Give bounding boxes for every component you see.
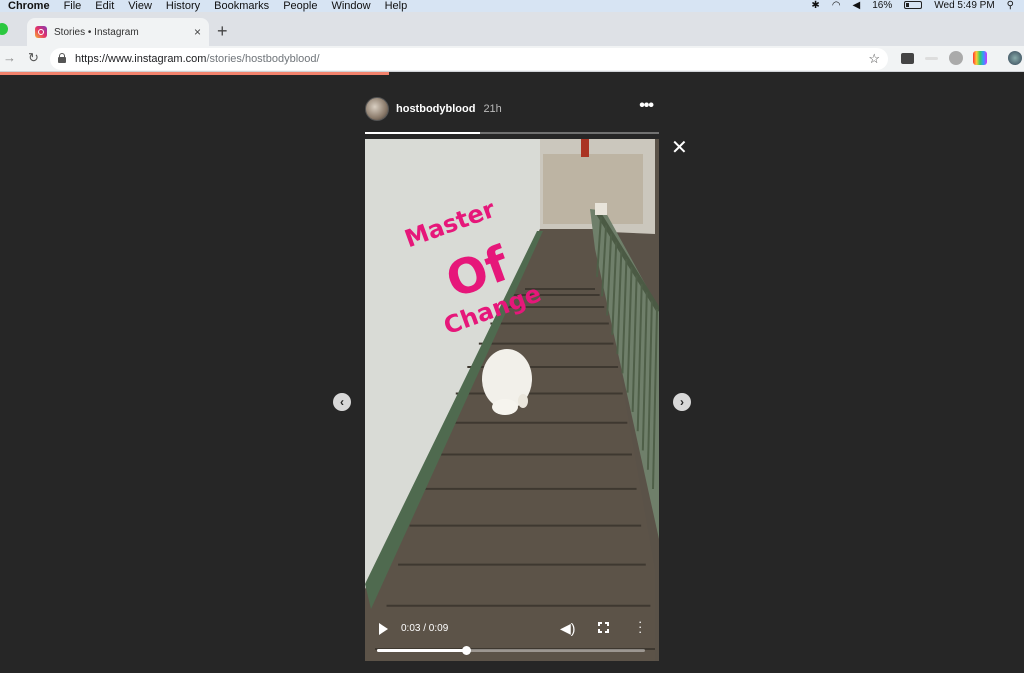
- address-bar[interactable]: https://www.instagram.com/stories/hostbo…: [50, 48, 888, 70]
- video-timecode: 0:03 / 0:09: [401, 623, 449, 634]
- url-host: https://www.instagram.com: [75, 53, 207, 65]
- user-avatar[interactable]: [365, 97, 389, 121]
- story-username[interactable]: hostbodyblood: [396, 103, 475, 115]
- menu-view[interactable]: View: [128, 0, 152, 12]
- video-scrubber-fill: [377, 649, 467, 652]
- clock[interactable]: Wed 5:49 PM: [934, 0, 994, 12]
- menu-history[interactable]: History: [166, 0, 200, 12]
- tab-close-icon[interactable]: ×: [194, 25, 201, 39]
- story-header: hostbodyblood 21h •••: [365, 95, 659, 123]
- menu-bookmarks[interactable]: Bookmarks: [214, 0, 269, 12]
- profile-avatar-icon[interactable]: [1008, 51, 1022, 65]
- app-menus: Chrome File Edit View History Bookmarks …: [0, 0, 421, 12]
- puzzle-extension-icon[interactable]: [949, 51, 963, 65]
- cast-extension-icon[interactable]: [901, 53, 914, 64]
- spotlight-icon[interactable]: ⚲: [1007, 0, 1014, 12]
- bookmark-star-icon[interactable]: ☆: [868, 51, 880, 67]
- url-path: /stories/hostbodyblood/: [206, 53, 320, 65]
- menu-bar: Chrome File Edit View History Bookmarks …: [0, 0, 1024, 12]
- previous-story-button[interactable]: ‹: [333, 393, 351, 411]
- story-progress-track: [365, 132, 659, 134]
- video-scrubber-thumb[interactable]: [462, 646, 472, 655]
- tab-strip: Stories • Instagram × +: [0, 12, 1024, 46]
- video-more-icon[interactable]: · · ·: [638, 615, 642, 638]
- instagram-favicon-icon: [35, 26, 47, 38]
- menu-help[interactable]: Help: [385, 0, 408, 12]
- story-viewer: hostbodyblood 21h ••• ✕ Master Of Change…: [0, 75, 1024, 673]
- fullscreen-icon[interactable]: [598, 622, 609, 633]
- menu-window[interactable]: Window: [331, 0, 370, 12]
- status-area: ✱ ◠ ◀ 16% Wed 5:49 PM ⚲: [799, 0, 1014, 12]
- staircase-scene: [365, 139, 659, 661]
- reload-icon[interactable]: ↻: [28, 50, 39, 66]
- window-zoom-button[interactable]: [0, 23, 8, 35]
- bluetooth-icon[interactable]: ✱: [811, 0, 819, 12]
- forward-icon[interactable]: →: [3, 50, 16, 65]
- battery-percent: 16%: [872, 0, 893, 11]
- volume-button[interactable]: ◀): [560, 620, 575, 637]
- tab-stories-instagram[interactable]: Stories • Instagram ×: [27, 18, 209, 46]
- browser-toolbar: → ↻ https://www.instagram.com/stories/ho…: [0, 46, 1024, 72]
- menu-file[interactable]: File: [64, 0, 82, 12]
- story-progress-fill: [365, 132, 480, 134]
- wifi-icon[interactable]: ◠: [832, 0, 841, 12]
- close-story-icon[interactable]: ✕: [671, 138, 688, 158]
- next-story-button[interactable]: ›: [673, 393, 691, 411]
- play-icon[interactable]: [379, 623, 388, 635]
- menu-edit[interactable]: Edit: [95, 0, 114, 12]
- color-extension-icon[interactable]: [973, 51, 987, 65]
- more-options-icon[interactable]: •••: [639, 97, 654, 115]
- new-tab-button[interactable]: +: [217, 21, 228, 41]
- story-video[interactable]: Master Of Change 0:03 / 0:09 ◀) · · ·: [365, 139, 659, 661]
- video-controls: 0:03 / 0:09 ◀) · · ·: [365, 609, 659, 661]
- story-posted-time: 21h: [483, 103, 502, 115]
- tab-title: Stories • Instagram: [54, 26, 139, 38]
- battery-icon[interactable]: [904, 0, 923, 12]
- menu-app-name[interactable]: Chrome: [8, 0, 50, 12]
- menu-people[interactable]: People: [283, 0, 317, 12]
- volume-icon[interactable]: ◀: [853, 0, 861, 12]
- dash-extension-icon[interactable]: [925, 57, 938, 60]
- video-scrubber[interactable]: [377, 646, 645, 655]
- lock-icon[interactable]: [58, 53, 66, 63]
